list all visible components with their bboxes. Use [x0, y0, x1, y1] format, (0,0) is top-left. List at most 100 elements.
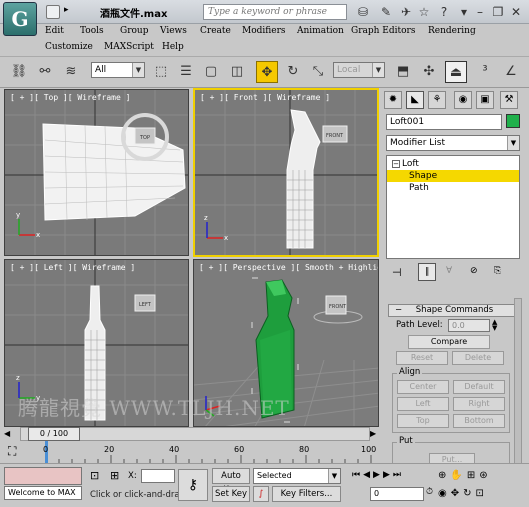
- key-mode-dropdown[interactable]: Selected ▼: [253, 468, 341, 484]
- track-bar-icon[interactable]: ⛶: [8, 444, 16, 459]
- align-center-button[interactable]: Center: [397, 380, 449, 394]
- stack-item-loft[interactable]: Loft: [387, 158, 519, 170]
- object-name-field[interactable]: Loft001: [386, 114, 502, 130]
- select-rotate-icon[interactable]: ↻: [282, 61, 304, 83]
- maxscript-mini-listener-pink[interactable]: [4, 467, 82, 485]
- reset-button[interactable]: Reset: [396, 351, 448, 365]
- reference-coordinate-dropdown[interactable]: Local ▼: [333, 62, 385, 78]
- key-mode-icon[interactable]: ⚷: [178, 469, 208, 501]
- x-coord-field[interactable]: [141, 469, 175, 483]
- menu-help[interactable]: Help: [162, 42, 184, 52]
- viewport-label-left[interactable]: [ + ][ Left ][ Wireframe ]: [10, 263, 135, 272]
- remove-modifier-icon[interactable]: ⊘: [470, 266, 478, 276]
- modify-tab-icon[interactable]: ◣: [406, 91, 424, 109]
- hierarchy-tab-icon[interactable]: ⚘: [428, 91, 446, 109]
- community-icon[interactable]: ✈: [398, 4, 414, 20]
- unlink-icon[interactable]: ⚯: [34, 61, 56, 83]
- selection-lock-icon[interactable]: ⊡: [90, 469, 99, 482]
- delete-button[interactable]: Delete: [452, 351, 504, 365]
- modifier-list-dropdown[interactable]: Modifier List ▼: [386, 135, 520, 151]
- window-crossing-icon[interactable]: ◫: [226, 61, 248, 83]
- viewport-front[interactable]: FRONT x z [ + ][ Front ][ Wireframe ]: [193, 88, 379, 257]
- keyboard-shortcut-override-icon[interactable]: ⏏: [445, 61, 467, 83]
- rectangular-selection-icon[interactable]: ▢: [200, 61, 222, 83]
- search-input[interactable]: Type a keyword or phrase: [203, 4, 347, 20]
- panel-scrollbar[interactable]: [514, 298, 522, 478]
- spinner-icon[interactable]: ▲ ▼: [492, 319, 497, 332]
- menu-modifiers[interactable]: Modifiers: [242, 26, 286, 36]
- object-color-swatch[interactable]: [506, 114, 520, 128]
- select-scale-icon[interactable]: ⤡: [307, 61, 329, 83]
- create-tab-icon[interactable]: ✹: [384, 91, 402, 109]
- absolute-mode-icon[interactable]: ⊞: [110, 469, 119, 482]
- align-left-button[interactable]: Left: [397, 397, 449, 411]
- binoculars-icon[interactable]: ⛁: [355, 4, 371, 20]
- pin-stack-icon[interactable]: ⊣: [392, 266, 402, 279]
- menu-create[interactable]: Create: [200, 26, 231, 36]
- viewport-label-top[interactable]: [ + ][ Top ][ Wireframe ]: [10, 93, 130, 102]
- new-file-icon[interactable]: [46, 5, 60, 19]
- key-filters-button[interactable]: Key Filters...: [272, 486, 341, 502]
- viewport-left[interactable]: LEFT y z [ + ][ Left ][ Wireframe ]: [4, 259, 189, 427]
- favorites-icon[interactable]: ☆: [416, 4, 432, 20]
- select-move-icon[interactable]: ✥: [256, 61, 278, 83]
- menu-graph-editors[interactable]: Graph Editors: [351, 26, 415, 36]
- link-icon[interactable]: ⛓: [8, 61, 30, 83]
- selection-filter-dropdown[interactable]: All ▼: [91, 62, 145, 78]
- viewport-label-front[interactable]: [ + ][ Front ][ Wireframe ]: [200, 93, 330, 102]
- show-end-result-icon[interactable]: ∥: [418, 263, 436, 281]
- time-config-icon[interactable]: ⏱: [426, 487, 433, 497]
- set-key-button[interactable]: Set Key: [212, 486, 250, 502]
- make-unique-icon[interactable]: ∀: [446, 266, 452, 276]
- playback-controls-icon[interactable]: ⏮◀▶▶⏭: [352, 470, 404, 480]
- display-tab-icon[interactable]: ▣: [476, 91, 494, 109]
- previous-frame-icon[interactable]: ◀: [4, 429, 14, 439]
- path-level-input[interactable]: 0.0: [448, 319, 490, 332]
- menu-animation[interactable]: Animation: [297, 26, 344, 36]
- viewport-perspective[interactable]: FRONT [ + ][ Perspective ][ Smooth + Hig…: [193, 259, 379, 427]
- restore-icon[interactable]: ❐: [490, 4, 506, 20]
- quick-access-arrow-icon[interactable]: ▸: [64, 5, 69, 15]
- configure-modifier-sets-icon[interactable]: ⎘: [494, 266, 501, 276]
- angle-snap-icon[interactable]: ∠: [500, 61, 522, 83]
- viewport-top[interactable]: TOP x y [ + ][ Top ][ Wireframe ]: [4, 89, 189, 256]
- shape-commands-rollout[interactable]: − Shape Commands: [388, 304, 521, 317]
- motion-tab-icon[interactable]: ◉: [454, 91, 472, 109]
- app-logo[interactable]: G: [3, 2, 37, 36]
- menu-rendering[interactable]: Rendering: [428, 26, 476, 36]
- bind-spacewarp-icon[interactable]: ≋: [60, 61, 82, 83]
- next-frame-icon[interactable]: ▶: [370, 429, 380, 439]
- viewport-label-perspective[interactable]: [ + ][ Perspective ][ Smooth + Highlight…: [199, 263, 378, 272]
- help-dropdown-icon[interactable]: ▾: [456, 4, 472, 20]
- time-slider-thumb[interactable]: 0 / 100: [28, 427, 80, 441]
- close-icon[interactable]: ✕: [508, 4, 524, 20]
- stack-item-path[interactable]: Path: [387, 182, 519, 194]
- pivot-center-icon[interactable]: ⬒: [392, 61, 414, 83]
- viewport-nav-icons-bottom[interactable]: ◉✥↻⊡: [438, 488, 488, 499]
- default-tangent-icon[interactable]: ∫: [253, 486, 269, 502]
- wrench-icon[interactable]: ✎: [378, 4, 394, 20]
- help-icon[interactable]: ?: [436, 4, 452, 20]
- current-frame-field[interactable]: 0: [370, 487, 424, 501]
- select-object-icon[interactable]: ⬚: [150, 61, 172, 83]
- align-bottom-button[interactable]: Bottom: [453, 414, 505, 428]
- menu-views[interactable]: Views: [160, 26, 187, 36]
- utilities-tab-icon[interactable]: ⚒: [500, 91, 518, 109]
- align-top-button[interactable]: Top: [397, 414, 449, 428]
- menu-group[interactable]: Group: [120, 26, 148, 36]
- stack-item-shape[interactable]: Shape: [387, 170, 519, 182]
- track-bar-ruler[interactable]: 0 20 40 60 80 100: [40, 441, 382, 463]
- viewport-nav-icons-top[interactable]: ⊕✋⊞⊛: [438, 470, 492, 481]
- minimize-icon[interactable]: –: [472, 4, 488, 20]
- maxscript-listener[interactable]: Welcome to MAX: [4, 486, 82, 500]
- compare-button[interactable]: Compare: [408, 335, 490, 349]
- auto-key-button[interactable]: Auto Key: [212, 468, 250, 495]
- menu-maxscript[interactable]: MAXScript: [104, 42, 154, 52]
- align-default-button[interactable]: Default: [453, 380, 505, 394]
- select-manipulate-icon[interactable]: ✣: [418, 61, 440, 83]
- menu-tools[interactable]: Tools: [80, 26, 104, 36]
- select-by-name-icon[interactable]: ☰: [175, 61, 197, 83]
- menu-edit[interactable]: Edit: [45, 26, 64, 36]
- menu-customize[interactable]: Customize: [45, 42, 93, 52]
- align-right-button[interactable]: Right: [453, 397, 505, 411]
